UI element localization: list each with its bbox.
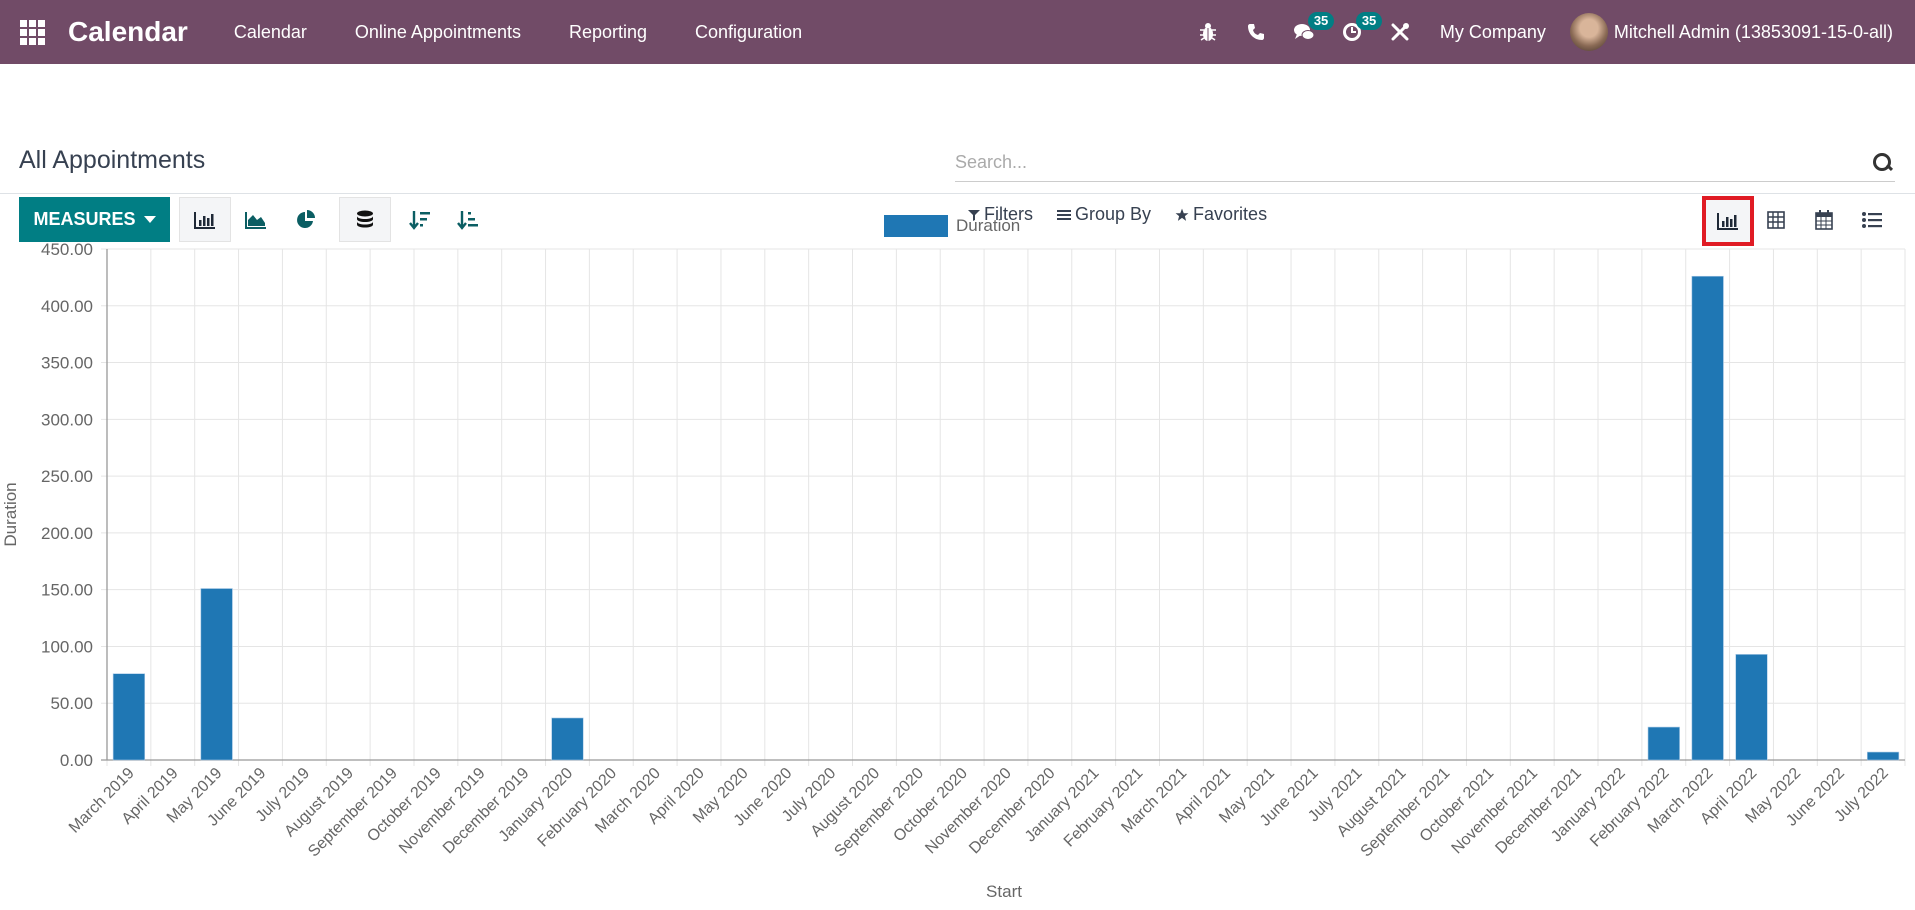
y-tick-label: 350.00 <box>41 354 93 373</box>
debug-bug-icon[interactable] <box>1184 0 1232 64</box>
y-tick-label: 100.00 <box>41 637 93 656</box>
menu-calendar[interactable]: Calendar <box>210 0 331 64</box>
y-axis-title: Duration <box>1 482 20 546</box>
x-axis-title: Start <box>986 882 1022 901</box>
app-menu-icon[interactable] <box>0 0 64 64</box>
bar-january-2020 <box>551 717 584 761</box>
tools-icon[interactable] <box>1376 0 1424 64</box>
y-tick-label: 50.00 <box>50 694 93 713</box>
y-tick-label: 400.00 <box>41 297 93 316</box>
app-brand[interactable]: Calendar <box>68 16 188 48</box>
y-tick-label: 300.00 <box>41 410 93 429</box>
bar-april-2022 <box>1735 654 1768 761</box>
x-tick-label: February 2021 <box>1061 765 1147 851</box>
y-tick-label: 200.00 <box>41 524 93 543</box>
legend-swatch <box>884 215 948 237</box>
x-tick-label: March 2019 <box>66 765 138 837</box>
control-panel: All Appointments MEASURES Filters Group … <box>0 64 1915 246</box>
bar-may-2019 <box>200 588 233 761</box>
user-avatar <box>1569 13 1608 51</box>
search-bar <box>955 144 1895 182</box>
company-switcher[interactable]: My Company <box>1424 22 1570 43</box>
messages-icon[interactable]: 35 <box>1280 0 1335 64</box>
menu-online-appointments[interactable]: Online Appointments <box>331 0 545 64</box>
bar-march-2019 <box>112 673 146 761</box>
y-tick-label: 0.00 <box>60 751 93 770</box>
menu-reporting[interactable]: Reporting <box>545 0 671 64</box>
search-icon[interactable] <box>1871 151 1895 175</box>
user-menu[interactable]: Mitchell Admin (13853091-15-0-all) <box>1569 13 1915 51</box>
bar-chart: Duration 0.00 50.00 100.00 150.00 200.00 250.0… <box>1 215 1906 901</box>
y-tick-label: 450.00 <box>41 240 93 259</box>
activities-clock-icon[interactable]: 35 <box>1328 0 1383 64</box>
search-input[interactable] <box>955 152 1871 173</box>
phone-icon[interactable] <box>1232 0 1280 64</box>
bar-july-2022 <box>1866 751 1900 761</box>
legend-label: Duration <box>956 216 1020 235</box>
bar-february-2022 <box>1647 726 1680 761</box>
y-tick-label: 150.00 <box>41 581 93 600</box>
top-navbar: Calendar Calendar Online Appointments Re… <box>0 0 1915 64</box>
user-name: Mitchell Admin (13853091-15-0-all) <box>1613 21 1893 42</box>
bar-march-2022 <box>1691 275 1724 761</box>
x-tick-label: February 2020 <box>535 765 621 851</box>
graph-view: Duration 0.00 50.00 100.00 150.00 200.00 250.0… <box>0 195 1915 905</box>
x-tick-label: February 2022 <box>1587 765 1673 851</box>
menu-configuration[interactable]: Configuration <box>671 0 826 64</box>
breadcrumb-title: All Appointments <box>19 146 206 174</box>
y-tick-label: 250.00 <box>41 467 93 486</box>
